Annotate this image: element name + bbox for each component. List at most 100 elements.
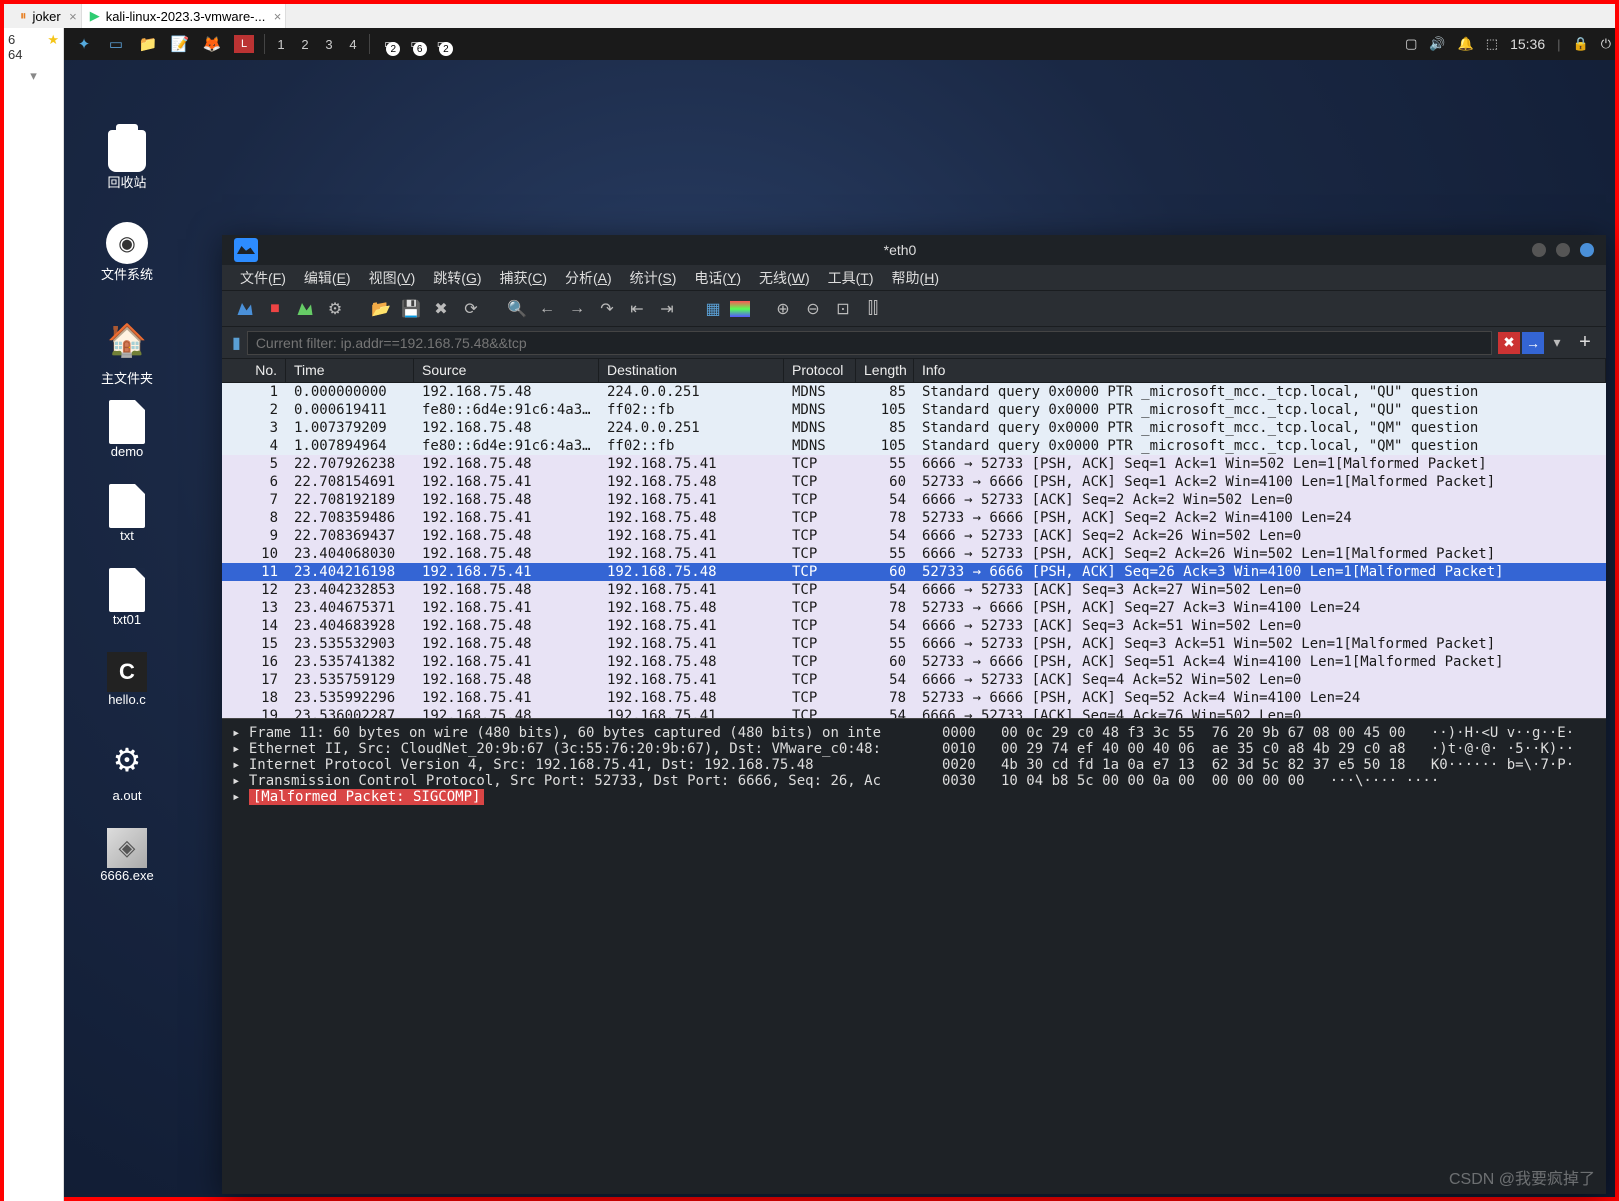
display-icon[interactable]: ▢ (1405, 36, 1417, 52)
jump-icon[interactable]: ↷ (594, 296, 620, 322)
packet-row[interactable]: 20.000619411fe80::6d4e:91c6:4a3…ff02::fb… (222, 401, 1606, 419)
goto-first-icon[interactable]: ⇤ (624, 296, 650, 322)
ethernet-line[interactable]: ▸ Ethernet II, Src: CloudNet_20:9b:67 (3… (232, 741, 922, 757)
packet-row[interactable]: 1823.535992296192.168.75.41192.168.75.48… (222, 689, 1606, 707)
menu-item[interactable]: 分析(A) (557, 268, 620, 288)
zoom-reset-icon[interactable]: ⊡ (830, 296, 856, 322)
forward-icon[interactable]: → (564, 296, 590, 322)
desktop-icon-aout[interactable]: ⚙a.out (88, 736, 166, 803)
host-tab-kali[interactable]: ▶ kali-linux-2023.3-vmware-... × (82, 4, 287, 28)
desktop-icon-txt01[interactable]: txt01 (88, 568, 166, 627)
workspace-1[interactable]: 1 (269, 37, 293, 52)
maximize-button[interactable] (1556, 243, 1570, 257)
goto-last-icon[interactable]: ⇥ (654, 296, 680, 322)
packet-row[interactable]: 1423.404683928192.168.75.48192.168.75.41… (222, 617, 1606, 635)
packet-rows[interactable]: 10.000000000192.168.75.48224.0.0.251MDNS… (222, 383, 1606, 718)
desktop-icon-helloc[interactable]: Chello.c (88, 652, 166, 707)
desktop-icon-exe[interactable]: ◈6666.exe (88, 828, 166, 883)
display-filter-input[interactable] (247, 331, 1492, 355)
desktop-icon-filesys[interactable]: ◉文件系统 (88, 222, 166, 283)
network-icon[interactable]: ⬚ (1486, 36, 1498, 52)
packet-row[interactable]: 1723.535759129192.168.75.48192.168.75.41… (222, 671, 1606, 689)
firefox-icon[interactable]: 🦊 (198, 30, 226, 58)
back-icon[interactable]: ← (534, 296, 560, 322)
close-file-icon[interactable]: ✖ (428, 296, 454, 322)
packet-row[interactable]: 922.708369437192.168.75.48192.168.75.41T… (222, 527, 1606, 545)
packet-row[interactable]: 1523.535532903192.168.75.48192.168.75.41… (222, 635, 1606, 653)
apply-filter-button[interactable]: → (1522, 332, 1544, 354)
clear-filter-button[interactable]: ✖ (1498, 332, 1520, 354)
menu-item[interactable]: 工具(T) (820, 268, 882, 288)
malformed-line[interactable]: ▸ [Malformed Packet: SIGCOMP] (232, 789, 922, 805)
minimize-button[interactable] (1532, 243, 1546, 257)
desktop-icon-home[interactable]: 🏠主文件夹 (88, 316, 166, 387)
restart-capture-icon[interactable] (292, 296, 318, 322)
desktop-icon-demo[interactable]: demo (88, 400, 166, 459)
close-button[interactable] (1580, 243, 1594, 257)
clock[interactable]: 15:36 (1510, 36, 1545, 52)
colorize-icon[interactable] (730, 301, 750, 317)
options-icon[interactable]: ⚙ (322, 296, 348, 322)
packet-row[interactable]: 822.708359486192.168.75.41192.168.75.48T… (222, 509, 1606, 527)
packet-row[interactable]: 10.000000000192.168.75.48224.0.0.251MDNS… (222, 383, 1606, 401)
recent-filter-button[interactable]: ▾ (1546, 332, 1568, 354)
workspace-3[interactable]: 3 (317, 37, 341, 52)
zoom-in-icon[interactable]: ⊕ (770, 296, 796, 322)
window-titlebar[interactable]: *eth0 (222, 235, 1606, 265)
desktop-icon-recycle[interactable]: 回收站 (88, 130, 166, 191)
autoscroll-icon[interactable]: ▦ (700, 296, 726, 322)
kali-menu-icon[interactable]: ✦ (70, 30, 98, 58)
packet-row[interactable]: 522.707926238192.168.75.48192.168.75.41T… (222, 455, 1606, 473)
reload-icon[interactable]: ⟳ (458, 296, 484, 322)
ip-line[interactable]: ▸ Internet Protocol Version 4, Src: 192.… (232, 757, 922, 773)
workspace-4[interactable]: 4 (341, 37, 365, 52)
packet-row[interactable]: 1623.535741382192.168.75.41192.168.75.48… (222, 653, 1606, 671)
window-list-icon[interactable]: ▭ (102, 30, 130, 58)
menu-item[interactable]: 编辑(E) (296, 268, 359, 288)
packet-row[interactable]: 1323.404675371192.168.75.41192.168.75.48… (222, 599, 1606, 617)
host-tab-joker[interactable]: ⏸ joker × (12, 4, 82, 28)
close-icon[interactable]: × (274, 9, 282, 24)
open-icon[interactable]: 📂 (368, 296, 394, 322)
menu-item[interactable]: 跳转(G) (425, 268, 489, 288)
close-icon[interactable]: × (69, 9, 77, 24)
packet-row[interactable]: 31.007379209192.168.75.48224.0.0.251MDNS… (222, 419, 1606, 437)
zoom-out-icon[interactable]: ⊖ (800, 296, 826, 322)
tcp-line[interactable]: ▸ Transmission Control Protocol, Src Por… (232, 773, 922, 789)
menu-item[interactable]: 视图(V) (361, 268, 424, 288)
menu-item[interactable]: 无线(W) (751, 268, 818, 288)
workspace-2[interactable]: 2 (293, 37, 317, 52)
column-headers[interactable]: No. Time Source Destination Protocol Len… (222, 359, 1606, 383)
menu-item[interactable]: 捕获(C) (492, 268, 555, 288)
search-icon[interactable]: 🔍 (504, 296, 530, 322)
terminal-icon[interactable]: L (230, 30, 258, 58)
save-icon[interactable]: 💾 (398, 296, 424, 322)
stop-capture-icon[interactable]: ■ (262, 296, 288, 322)
menu-item[interactable]: 文件(F) (232, 268, 294, 288)
menu-item[interactable]: 电话(Y) (686, 268, 749, 288)
packet-row[interactable]: 1923.536002287192.168.75.48192.168.75.41… (222, 707, 1606, 718)
hex-dump[interactable]: 0000 00 0c 29 c0 48 f3 3c 55 76 20 9b 67… (932, 719, 1606, 1194)
files-icon[interactable]: 📁 (134, 30, 162, 58)
packet-row[interactable]: 1223.404232853192.168.75.48192.168.75.41… (222, 581, 1606, 599)
desktop-icon-txt[interactable]: txt (88, 484, 166, 543)
detail-tree[interactable]: ▸ Frame 11: 60 bytes on wire (480 bits),… (222, 719, 932, 1194)
chevron-down-icon[interactable]: ▾ (8, 68, 59, 84)
menu-item[interactable]: 统计(S) (622, 268, 685, 288)
resize-columns-icon[interactable]: ⫿⫿ (860, 296, 886, 322)
power-icon[interactable]: ⏻ (1601, 36, 1611, 52)
lock-icon[interactable]: 🔒 (1573, 36, 1589, 52)
packet-row[interactable]: 1123.404216198192.168.75.41192.168.75.48… (222, 563, 1606, 581)
bookmark-icon[interactable]: ▮ (232, 333, 241, 353)
add-filter-button[interactable]: + (1574, 332, 1596, 354)
packet-row[interactable]: 1023.404068030192.168.75.48192.168.75.41… (222, 545, 1606, 563)
packet-row[interactable]: 722.708192189192.168.75.48192.168.75.41T… (222, 491, 1606, 509)
frame-line[interactable]: ▸ Frame 11: 60 bytes on wire (480 bits),… (232, 725, 922, 741)
packet-row[interactable]: 41.007894964fe80::6d4e:91c6:4a3…ff02::fb… (222, 437, 1606, 455)
volume-icon[interactable]: 🔊 (1429, 36, 1445, 52)
menu-item[interactable]: 帮助(H) (884, 268, 947, 288)
notifications-icon[interactable]: 🔔 (1458, 36, 1474, 52)
desktop[interactable]: 回收站 ◉文件系统 🏠主文件夹 demo txt txt01 Chello.c ⚙a.out ◈… (64, 60, 1615, 1201)
packet-row[interactable]: 622.708154691192.168.75.41192.168.75.48T… (222, 473, 1606, 491)
note-icon[interactable]: 📝 (166, 30, 194, 58)
